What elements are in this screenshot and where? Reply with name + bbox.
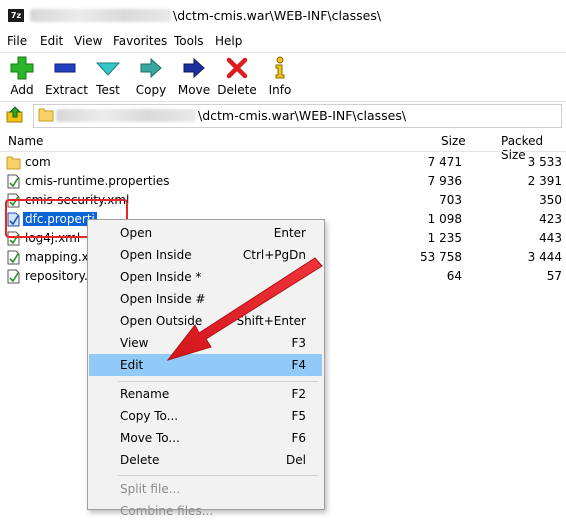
menu-item-copy-to[interactable]: Copy To... F5 <box>89 405 322 427</box>
add-label: Add <box>10 83 34 97</box>
menu-separator <box>118 475 318 476</box>
menu-item-rename[interactable]: Rename F2 <box>89 383 322 405</box>
menu-file[interactable]: File <box>7 34 27 48</box>
info-label: Info <box>268 83 292 97</box>
menu-item-open-inside[interactable]: Open Inside Ctrl+PgDn <box>89 244 322 266</box>
redacted-address-prefix <box>56 109 196 122</box>
delete-x-icon <box>226 57 248 79</box>
move-arrow-icon <box>183 57 205 79</box>
test-button[interactable]: Test <box>88 56 128 97</box>
menu-view[interactable]: View <box>74 34 102 48</box>
menu-separator <box>118 381 318 382</box>
menu-help[interactable]: Help <box>215 34 242 48</box>
menu-separator <box>0 52 566 53</box>
title-bar: 7z \dctm-cmis.war\WEB-INF\classes\ <box>0 0 566 30</box>
test-label: Test <box>96 83 120 97</box>
move-label: Move <box>177 83 211 97</box>
up-folder-button[interactable] <box>6 106 24 124</box>
file-packed-size: 3 444 <box>527 250 562 264</box>
copy-button[interactable]: Copy <box>131 56 171 97</box>
menu-item-open[interactable]: Open Enter <box>89 222 322 244</box>
menu-item-combine-files: Combine files... <box>120 504 214 518</box>
redacted-path-prefix <box>30 9 172 22</box>
file-name: repository.p <box>25 269 96 283</box>
file-packed-size: 443 <box>539 231 562 245</box>
address-path: \dctm-cmis.war\WEB-INF\classes\ <box>198 108 407 123</box>
file-icon <box>7 250 20 265</box>
plus-icon <box>10 56 34 80</box>
delete-button[interactable]: Delete <box>217 56 257 97</box>
menu-item-move-to[interactable]: Move To... F6 <box>89 427 322 449</box>
file-size: 1 235 <box>427 231 462 245</box>
delete-label: Delete <box>217 83 257 97</box>
file-packed-size: 350 <box>539 193 562 207</box>
minus-icon <box>54 63 76 73</box>
menu-favorites[interactable]: Favorites <box>113 34 167 48</box>
menu-tools[interactable]: Tools <box>174 34 204 48</box>
file-packed-size: 57 <box>546 269 562 283</box>
header-separator <box>0 151 566 152</box>
7zip-app-icon: 7z <box>8 9 24 22</box>
file-size: 7 936 <box>427 174 462 188</box>
copy-arrow-icon <box>140 57 162 79</box>
extract-label: Extract <box>45 83 88 97</box>
menu-edit[interactable]: Edit <box>40 34 63 48</box>
folder-icon <box>6 156 21 170</box>
file-packed-size: 2 391 <box>527 174 562 188</box>
file-packed-size: 423 <box>539 212 562 226</box>
menu-item-split-file: Split file... <box>120 482 181 496</box>
info-button[interactable]: Info <box>260 56 300 97</box>
test-check-icon <box>96 62 120 76</box>
table-row[interactable]: com 7 471 3 533 <box>0 153 566 172</box>
menu-item-edit[interactable]: Edit F4 <box>89 354 322 376</box>
info-icon <box>275 56 285 79</box>
file-name: cmis-runtime.properties <box>25 174 170 188</box>
table-row[interactable]: cmis-runtime.properties 7 936 2 391 <box>0 172 566 191</box>
column-size-header[interactable]: Size <box>441 134 466 148</box>
file-size: 1 098 <box>427 212 462 226</box>
copy-label: Copy <box>135 83 167 97</box>
file-name: mapping.xr <box>25 250 94 264</box>
window-title: \dctm-cmis.war\WEB-INF\classes\ <box>173 8 382 23</box>
column-name-header[interactable]: Name <box>8 134 43 148</box>
file-size: 53 758 <box>420 250 462 264</box>
extract-button[interactable]: Extract <box>45 56 88 97</box>
menu-item-view[interactable]: View F3 <box>89 332 322 354</box>
file-name: com <box>25 155 51 169</box>
up-folder-icon <box>6 106 23 123</box>
context-menu: Open Enter Open Inside Ctrl+PgDn Open Insi… <box>87 219 325 518</box>
address-folder-icon <box>38 107 54 122</box>
menu-item-delete[interactable]: Delete Del <box>89 449 322 471</box>
menu-bar: File Edit View Favorites Tools Help <box>0 31 566 51</box>
move-button[interactable]: Move <box>174 56 214 97</box>
menu-item-open-inside-star[interactable]: Open Inside * <box>89 266 322 288</box>
file-size: 64 <box>446 269 462 283</box>
file-size: 703 <box>439 193 462 207</box>
file-size: 7 471 <box>427 155 462 169</box>
toolbar-separator <box>0 101 566 102</box>
menu-item-open-outside[interactable]: Open Outside Shift+Enter <box>89 310 322 332</box>
file-packed-size: 3 533 <box>527 155 562 169</box>
menu-item-open-inside-hash[interactable]: Open Inside # <box>89 288 322 310</box>
file-icon <box>7 174 20 189</box>
add-button[interactable]: Add <box>2 56 42 97</box>
file-icon <box>7 269 20 284</box>
